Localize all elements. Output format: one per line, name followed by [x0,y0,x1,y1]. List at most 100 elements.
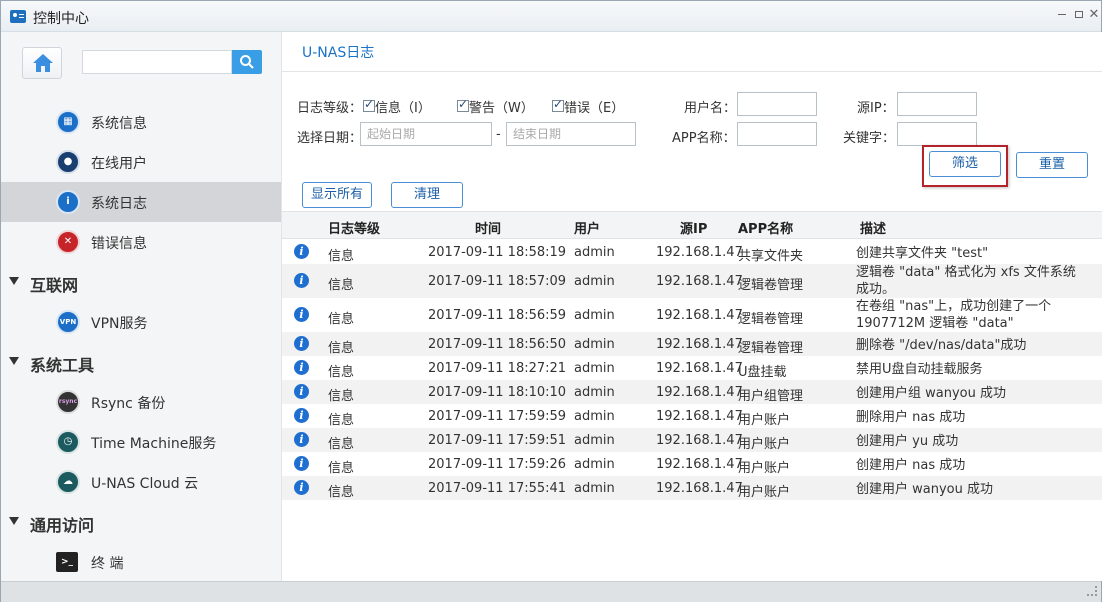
minimize-icon [1058,14,1066,15]
vpn-icon: VPN [56,310,80,334]
log-level-label: 日志等级： [297,101,363,116]
cell-user: admin [574,361,615,376]
rsync-icon: rsync [56,390,80,414]
table-row[interactable]: i 信息 2017-09-11 17:59:51 admin 192.168.1.47 用… [282,428,1102,452]
resize-grip-icon[interactable] [1087,586,1097,596]
cell-level: 信息 [328,365,355,380]
table-row[interactable]: i 信息 2017-09-11 18:57:09 admin 192.168.1.47 逻… [282,264,1102,298]
cell-app: U盘挂载 [738,365,787,380]
sidebar-item-system-info[interactable]: ▦ 系统信息 [1,102,281,142]
control-center-window: 控制中心 ✕ ▦ 系统信息 ● 在线用户 i 系统日志 ✕ 错误信息 互联网 V… [0,0,1102,602]
column-header-desc[interactable]: 描述 [860,218,886,237]
sidebar-item-time-machine[interactable]: ◷ Time Machine服务 [1,422,281,462]
cell-app: 用户账户 [738,413,791,428]
cell-desc: 禁用U盘自动挂载服务 [856,362,983,377]
cell-desc: 创建用户组 wanyou 成功 [856,386,1006,401]
column-header-user[interactable]: 用户 [574,218,600,237]
system-log-icon: i [56,190,80,214]
table-header: 日志等级 时间 用户 源IP APP名称 描述 [282,211,1102,239]
table-row[interactable]: i 信息 2017-09-11 17:55:41 admin 192.168.1.47 用… [282,476,1102,500]
checkbox-info[interactable] [363,97,375,112]
end-date-input[interactable] [506,122,636,146]
search-button[interactable] [232,50,262,74]
time-machine-icon: ◷ [56,430,80,454]
table-row[interactable]: i 信息 2017-09-11 18:27:21 admin 192.168.1.47 U… [282,356,1102,380]
app-name-label: APP名称： [672,131,736,146]
clear-button[interactable]: 清理 [391,182,463,208]
cell-ip: 192.168.1.47 [656,361,743,376]
sidebar-item-online-users[interactable]: ● 在线用户 [1,142,281,182]
info-icon: i [294,408,309,423]
cell-level: 信息 [328,413,355,428]
error-info-icon: ✕ [56,230,80,254]
sidebar-item-label: 错误信息 [91,236,147,252]
checkbox-error[interactable] [552,97,564,112]
info-icon: i [294,480,309,495]
checkbox-warning-label: 警告（W） [469,101,534,116]
sidebar-item-error-info[interactable]: ✕ 错误信息 [1,222,281,262]
nav-group-internet[interactable]: 互联网 [1,267,281,299]
sidebar-item-label: 终 端 [91,556,124,572]
info-icon: i [294,273,309,288]
checkbox-error-label: 错误（E） [564,101,625,116]
info-icon: i [294,244,309,259]
sidebar-item-vpn[interactable]: VPN VPN服务 [1,302,281,342]
cell-level: 信息 [328,437,355,452]
table-row[interactable]: i 信息 2017-09-11 17:59:26 admin 192.168.1.47 用… [282,452,1102,476]
keyword-input[interactable] [897,122,977,146]
cell-time: 2017-09-11 17:55:41 [428,481,567,496]
table-row[interactable]: i 信息 2017-09-11 17:59:59 admin 192.168.1.47 用… [282,404,1102,428]
checkbox-info-label: 信息（I） [375,101,431,116]
window-title: 控制中心 [33,11,89,27]
system-info-icon: ▦ [56,110,80,134]
reset-button[interactable]: 重置 [1016,152,1088,178]
cell-desc: 逻辑卷 "data" 格式化为 xfs 文件系统成功。 [856,265,1076,297]
cell-desc: 创建用户 nas 成功 [856,458,966,473]
show-all-button[interactable]: 显示所有 [302,182,372,208]
column-header-level[interactable]: 日志等级 [328,218,380,237]
cell-desc: 创建用户 yu 成功 [856,434,959,449]
cell-level: 信息 [328,312,355,327]
cell-ip: 192.168.1.47 [656,457,743,472]
nav-group-general-access[interactable]: 通用访问 [1,507,281,539]
checkbox-warning[interactable] [457,97,469,112]
online-users-icon: ● [56,150,80,174]
cell-ip: 192.168.1.47 [656,274,743,289]
keyword-label: 关键字： [843,131,896,146]
cell-user: admin [574,409,615,424]
info-icon: i [294,384,309,399]
app-name-input[interactable] [737,122,817,146]
home-button[interactable] [22,47,62,79]
cell-desc: 删除卷 "/dev/nas/data"成功 [856,338,1027,353]
caret-down-icon [9,517,19,525]
close-icon: ✕ [1088,7,1100,22]
cell-level: 信息 [328,389,355,404]
sidebar-item-terminal[interactable]: >_ 终 端 [1,542,281,581]
caret-down-icon [9,277,19,285]
minimize-button[interactable] [1053,6,1071,24]
table-row[interactable]: i 信息 2017-09-11 18:56:59 admin 192.168.1.47 逻… [282,298,1102,332]
cell-ip: 192.168.1.47 [656,337,743,352]
sidebar-item-rsync[interactable]: rsync Rsync 备份 [1,382,281,422]
cell-desc: 在卷组 "nas"上，成功创建了一个 1907712M 逻辑卷 "data" [856,299,1052,331]
username-input[interactable] [737,92,817,116]
column-header-time[interactable]: 时间 [475,218,501,237]
sidebar-item-system-log[interactable]: i 系统日志 [1,182,281,222]
column-header-ip[interactable]: 源IP [680,218,707,237]
cell-ip: 192.168.1.47 [656,245,743,260]
filter-button[interactable]: 筛选 [929,151,1001,177]
cell-ip: 192.168.1.47 [656,409,743,424]
search-input[interactable] [82,50,232,74]
sidebar-item-label: Rsync 备份 [91,396,166,412]
nav-group-system-tools[interactable]: 系统工具 [1,347,281,379]
source-ip-input[interactable] [897,92,977,116]
table-row[interactable]: i 信息 2017-09-11 18:58:19 admin 192.168.1.47 共… [282,240,1102,264]
cell-ip: 192.168.1.47 [656,308,743,323]
close-button[interactable]: ✕ [1085,6,1102,24]
cell-app: 共享文件夹 [738,249,804,264]
sidebar-item-unas-cloud[interactable]: ☁ U-NAS Cloud 云 [1,462,281,502]
table-row[interactable]: i 信息 2017-09-11 18:10:10 admin 192.168.1.47 用… [282,380,1102,404]
start-date-input[interactable] [360,122,492,146]
column-header-app[interactable]: APP名称 [738,218,793,237]
table-row[interactable]: i 信息 2017-09-11 18:56:50 admin 192.168.1.47 逻… [282,332,1102,356]
